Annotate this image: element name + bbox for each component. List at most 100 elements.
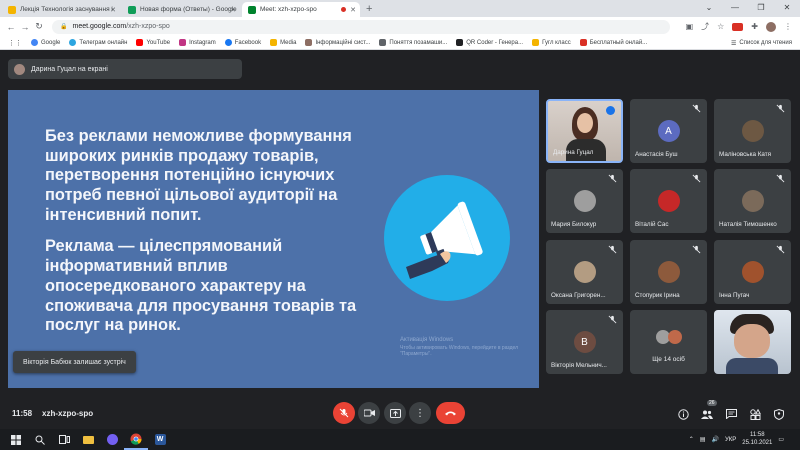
menu-icon[interactable]: ⋮ (784, 22, 792, 31)
bookmark-label: Instagram (189, 39, 216, 46)
avatar (14, 63, 25, 75)
activities-button[interactable] (747, 406, 763, 422)
star-icon[interactable]: ☆ (717, 22, 724, 31)
people-icon (701, 410, 713, 419)
people-button[interactable]: 26 (699, 400, 717, 422)
page-icon (379, 39, 387, 46)
meeting-code: xzh-xzpo-spo (42, 409, 94, 418)
bookmark-item[interactable]: Instagram (179, 39, 216, 46)
present-screen-button[interactable] (384, 402, 406, 424)
search-icon (35, 435, 45, 445)
taskbar-explorer[interactable] (76, 429, 100, 450)
videocam-icon (363, 409, 375, 417)
reload-icon[interactable]: ↻ (32, 21, 46, 32)
bookmark-item[interactable]: YouTube (136, 39, 170, 46)
share-icon[interactable]: ⤴ (701, 21, 709, 32)
extension-icon[interactable] (732, 22, 744, 31)
bookmark-item[interactable]: Телеграм онлайн (69, 39, 127, 46)
bookmark-item[interactable]: Бесплатный онлай... (579, 39, 647, 46)
url-input[interactable]: 🔒 meet.google.com/xzh-xzpo-spo (52, 19, 670, 34)
megaphone-icon (384, 175, 510, 301)
profile-avatar[interactable] (766, 21, 776, 32)
volume-icon[interactable]: 🔊 (712, 436, 719, 443)
start-button[interactable] (4, 429, 28, 450)
participant-tile[interactable]: Наталія Тимошенко (714, 169, 791, 233)
folder-icon (82, 435, 94, 444)
url-host: meet.google.com (72, 23, 127, 30)
activities-icon (749, 408, 761, 420)
search-button[interactable] (28, 429, 52, 450)
bookmark-label: Гугл класс (542, 39, 571, 46)
bookmark-item[interactable]: Google (31, 39, 60, 46)
participant-tile[interactable]: Інна Пугач (714, 240, 791, 304)
participant-tile[interactable]: Віталій Сас (630, 169, 707, 233)
participant-tile[interactable]: Мария Билокур (546, 169, 623, 233)
browser-tab-1[interactable]: Лекція Технологія заснування і ✕ (2, 2, 120, 17)
puzzle-icon[interactable]: ✚ (751, 22, 758, 31)
participant-name: Наталія Тимошенко (719, 221, 777, 228)
browser-tab-meet[interactable]: Meet: xzh-xzpo-spo ✕ (242, 2, 360, 17)
close-icon[interactable]: ✕ (350, 6, 356, 14)
microphone-toggle-button[interactable] (333, 402, 355, 424)
participant-name: Дарина Гуцал (553, 149, 594, 156)
bookmark-item[interactable]: Інформаційні сист... (305, 39, 370, 46)
avatar (668, 330, 682, 344)
new-tab-button[interactable]: + (366, 3, 372, 15)
reading-list-button[interactable]: ☰ Список для чтения (731, 36, 792, 50)
bookmark-apps[interactable]: ⋮⋮ (8, 39, 22, 47)
taskbar-chrome[interactable] (124, 429, 148, 450)
camera-indicator-icon[interactable]: ▣ (686, 22, 694, 31)
task-view-button[interactable] (52, 429, 76, 450)
notifications-icon[interactable]: ▭ (778, 436, 784, 443)
mic-off-icon (692, 245, 701, 254)
more-options-button[interactable]: ⋮ (409, 402, 431, 424)
participant-tile[interactable]: Стопурик Ірина (630, 240, 707, 304)
taskbar-viber[interactable] (100, 429, 124, 450)
page-icon (305, 39, 313, 46)
participant-name: Мария Билокур (551, 221, 597, 228)
bookmark-label: Media (280, 39, 297, 46)
browser-tab-2[interactable]: Новая форма (Ответы) - Google ✕ (122, 2, 240, 17)
back-icon[interactable]: ← (4, 22, 18, 32)
network-icon[interactable]: ▤ (700, 436, 706, 443)
bookmark-item[interactable]: QR Coder - Генера... (456, 39, 523, 46)
participant-tile[interactable]: A Анастасія Буш (630, 99, 707, 163)
sheets-favicon-icon (128, 5, 136, 14)
presenter-banner: Дарина Гуцал на екрані (8, 59, 242, 79)
bookmark-item[interactable]: Поняття позамаши... (379, 39, 447, 46)
bookmark-item[interactable]: Гугл класс (532, 39, 571, 46)
camera-toggle-button[interactable] (358, 402, 380, 424)
participant-name: Інна Пугач (719, 292, 750, 299)
mic-off-icon (776, 245, 785, 254)
leave-call-button[interactable] (436, 402, 465, 424)
minimize-icon[interactable]: — (722, 0, 748, 14)
maximize-icon[interactable]: ❐ (748, 0, 774, 14)
system-date: 25.10.2021 (742, 439, 773, 446)
participant-tile[interactable]: В Вікторія Мельнич... (546, 310, 623, 374)
self-view-tile[interactable] (714, 310, 791, 374)
call-end-icon (445, 411, 456, 416)
more-participants-tile[interactable]: Ще 14 осіб (630, 310, 707, 374)
chrome-icon (130, 433, 142, 445)
leave-notification: Вікторія Бабюк залишає зустріч (13, 351, 136, 373)
forward-icon[interactable]: → (18, 22, 32, 32)
meeting-details-button[interactable] (675, 406, 691, 422)
bookmark-label: Телеграм онлайн (79, 39, 128, 46)
close-icon[interactable]: ✕ (230, 6, 236, 14)
close-window-icon[interactable]: ✕ (774, 0, 800, 14)
bookmark-item[interactable]: Facebook (224, 39, 262, 46)
close-icon[interactable]: ✕ (110, 6, 116, 14)
bookmark-item[interactable]: Media (270, 39, 296, 46)
chevron-up-icon[interactable]: ⌃ (689, 436, 694, 443)
bookmark-label: Facebook (234, 39, 262, 46)
host-controls-button[interactable] (771, 406, 787, 422)
mic-off-icon (692, 174, 701, 183)
taskbar-word[interactable]: W (148, 429, 172, 450)
clock-date[interactable]: 11:58 25.10.2021 (742, 432, 772, 446)
participant-tile[interactable]: Дарина Гуцал (546, 99, 623, 163)
participant-tile[interactable]: Оксана Григорен... (546, 240, 623, 304)
keyboard-language[interactable]: УКР (725, 437, 736, 443)
participant-tile[interactable]: Маліновська Катя (714, 99, 791, 163)
chat-button[interactable] (723, 406, 739, 422)
chevron-down-icon[interactable]: ⌄ (696, 0, 722, 14)
